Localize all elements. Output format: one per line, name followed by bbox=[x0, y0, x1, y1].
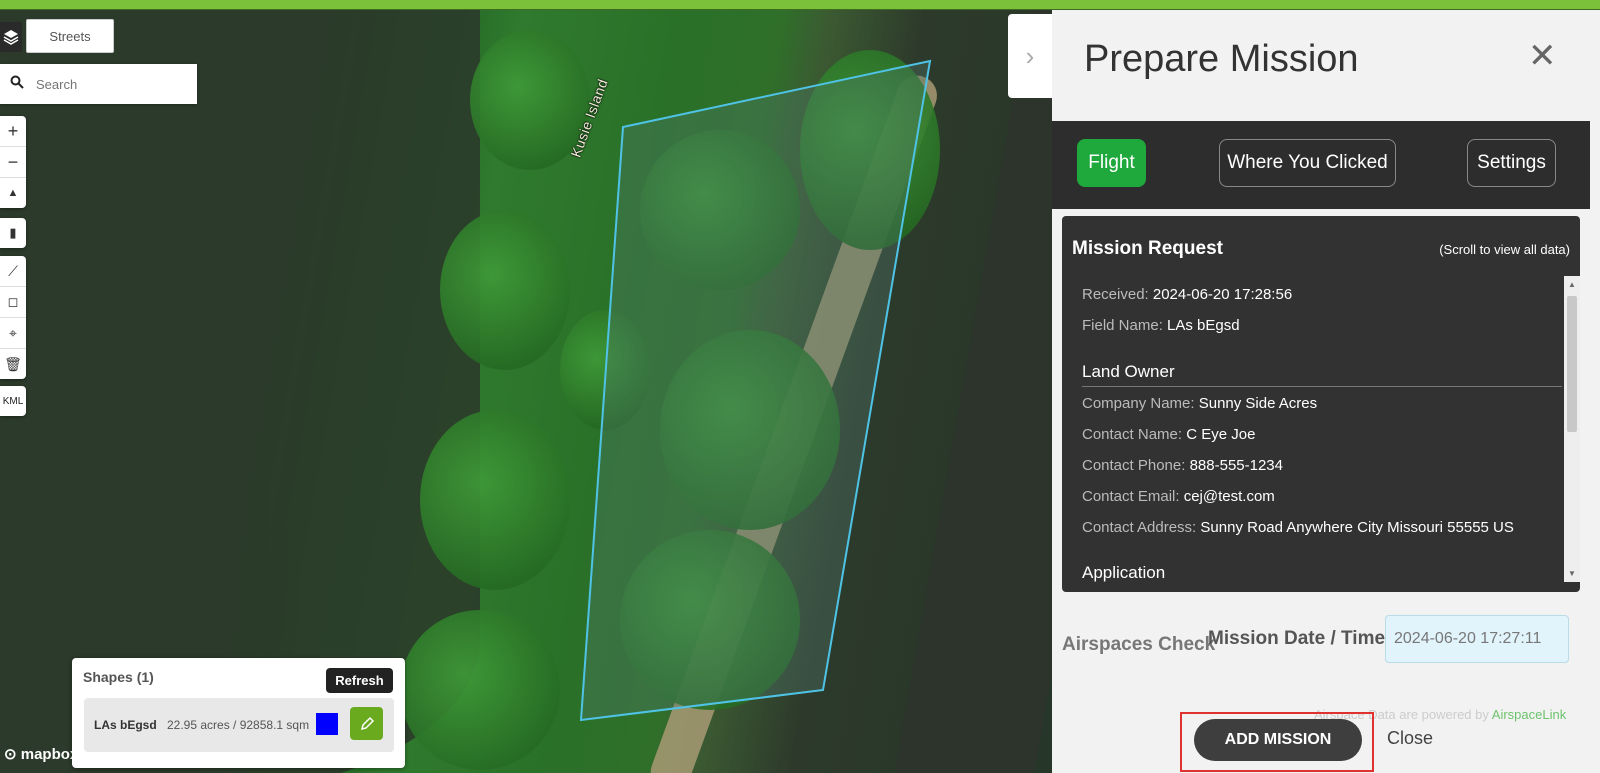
compass-icon: ▲ bbox=[7, 187, 19, 199]
panel-collapse-tab[interactable]: › bbox=[1008, 14, 1052, 98]
mission-request-box: Mission Request (Scroll to view all data… bbox=[1062, 216, 1580, 592]
close-button[interactable]: Close bbox=[1387, 728, 1433, 749]
shapes-title: Shapes (1) bbox=[83, 669, 154, 685]
compass-button[interactable]: ▲ bbox=[0, 178, 26, 208]
search-icon bbox=[10, 75, 24, 94]
tab-settings[interactable]: Settings bbox=[1467, 139, 1556, 187]
top-accent-bar bbox=[0, 0, 1600, 10]
polygon-icon: ◻ bbox=[7, 294, 19, 309]
map-search[interactable] bbox=[0, 64, 197, 104]
application-heading: Application bbox=[1082, 563, 1166, 582]
mission-date-input[interactable]: 2024-06-20 17:27:11 bbox=[1385, 615, 1569, 663]
airspacelink-link[interactable]: AirspaceLink bbox=[1492, 707, 1566, 722]
panel-tabs: Flight Where You Clicked Settings bbox=[1052, 121, 1590, 209]
draw-line-button[interactable]: ⟋ bbox=[0, 256, 26, 287]
contact-address-field: Contact Address: Sunny Road Anywhere Cit… bbox=[1082, 519, 1514, 536]
minus-icon: − bbox=[7, 151, 19, 172]
edit-shape-button[interactable] bbox=[350, 707, 383, 740]
received-field: Received: 2024-06-20 17:28:56 bbox=[1082, 286, 1293, 303]
measure-controls: ▮ bbox=[0, 218, 26, 248]
delete-shape-button[interactable]: 🗑 bbox=[0, 349, 26, 379]
plus-icon: + bbox=[7, 120, 19, 141]
shape-area: 22.95 acres / 92858.1 sqm bbox=[167, 718, 310, 732]
section-divider bbox=[1082, 386, 1562, 387]
ruler-icon: ▮ bbox=[9, 225, 17, 240]
land-owner-heading: Land Owner bbox=[1082, 362, 1175, 381]
shape-row[interactable]: LAs bEgsd 22.95 acres / 92858.1 sqm bbox=[84, 698, 394, 752]
company-name-field: Company Name: Sunny Side Acres bbox=[1082, 395, 1318, 412]
shape-color-swatch[interactable] bbox=[316, 713, 338, 735]
contact-phone-field: Contact Phone: 888-555-1234 bbox=[1082, 457, 1283, 474]
field-polygon[interactable] bbox=[579, 59, 932, 722]
chevron-right-icon: › bbox=[1025, 40, 1035, 71]
ruler-button[interactable]: ▮ bbox=[0, 218, 26, 248]
draw-controls: ⟋ ◻ ⌖ 🗑 bbox=[0, 256, 26, 379]
kml-button[interactable]: KML bbox=[0, 386, 26, 416]
scroll-down-icon[interactable]: ▼ bbox=[1568, 569, 1576, 578]
scroll-up-icon[interactable]: ▲ bbox=[1568, 280, 1576, 289]
zoom-in-button[interactable]: + bbox=[0, 116, 26, 147]
field-name-field: Field Name: LAs bEgsd bbox=[1082, 317, 1240, 334]
marker-icon: ⌖ bbox=[9, 324, 17, 341]
tab-flight[interactable]: Flight bbox=[1077, 139, 1146, 187]
layer-streets-button[interactable]: Streets bbox=[26, 19, 114, 53]
scroll-hint: (Scroll to view all data) bbox=[1439, 242, 1570, 257]
add-mission-button[interactable]: ADD MISSION bbox=[1194, 719, 1362, 761]
contact-email-field: Contact Email: cej@test.com bbox=[1082, 488, 1275, 505]
line-icon: ⟋ bbox=[8, 262, 18, 279]
search-input[interactable] bbox=[34, 75, 188, 93]
shape-name: LAs bEgsd bbox=[94, 718, 157, 732]
pencil-icon bbox=[360, 716, 374, 730]
mission-date-label: Mission Date / Time bbox=[1208, 628, 1386, 649]
refresh-button[interactable]: Refresh bbox=[326, 668, 393, 693]
kml-controls: KML bbox=[0, 386, 26, 416]
draw-point-button[interactable]: ⌖ bbox=[0, 318, 26, 349]
zoom-controls: + − ▲ bbox=[0, 116, 26, 208]
zoom-out-button[interactable]: − bbox=[0, 147, 26, 178]
prepare-mission-panel: Prepare Mission ✕ Flight Where You Click… bbox=[1052, 10, 1600, 773]
shapes-panel: Shapes (1) Refresh LAs bEgsd 22.95 acres… bbox=[72, 658, 405, 768]
airspaces-check-label: Airspaces Check bbox=[1062, 634, 1216, 655]
panel-title: Prepare Mission bbox=[1084, 38, 1359, 80]
mapbox-logo: ⊙ mapbox bbox=[4, 746, 79, 763]
tab-where-you-clicked[interactable]: Where You Clicked bbox=[1219, 139, 1396, 187]
contact-name-field: Contact Name: C Eye Joe bbox=[1082, 426, 1256, 443]
layers-icon[interactable] bbox=[0, 22, 22, 52]
draw-polygon-button[interactable]: ◻ bbox=[0, 287, 26, 318]
scrollbar[interactable]: ▲ ▼ bbox=[1564, 276, 1580, 582]
mission-request-title: Mission Request bbox=[1072, 238, 1223, 259]
close-icon[interactable]: ✕ bbox=[1528, 36, 1557, 76]
scroll-thumb[interactable] bbox=[1567, 296, 1577, 432]
mission-request-scroll[interactable]: Received: 2024-06-20 17:28:56 Field Name… bbox=[1072, 276, 1562, 582]
trash-icon: 🗑 bbox=[4, 355, 22, 372]
